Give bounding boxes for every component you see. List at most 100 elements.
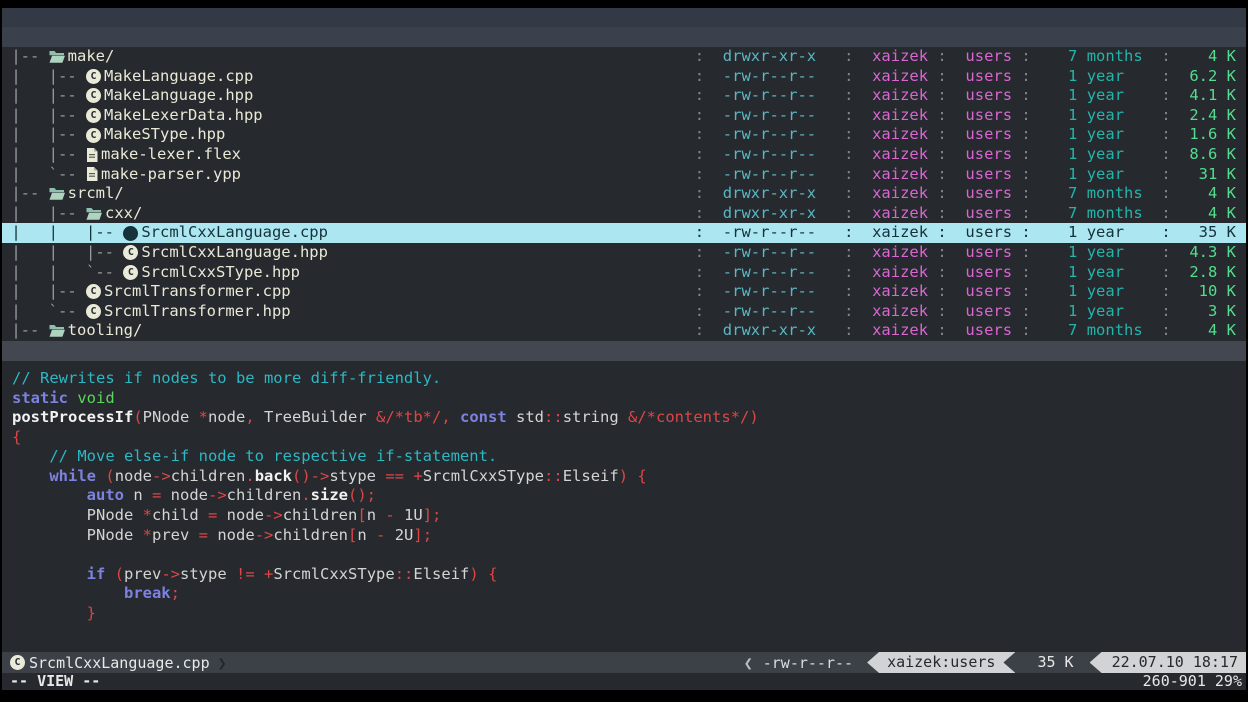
cpp-file-icon: C	[86, 284, 101, 299]
file-preview-pane: // Rewrites if nodes to be more diff-fri…	[2, 361, 1246, 652]
tree-branch-lines: | |--	[2, 67, 86, 87]
tree-row[interactable]: | |-- CMakeLanguage.cpp:-rw-r--r--:xaize…	[2, 67, 1246, 87]
column-separator: :	[1021, 321, 1030, 341]
file-size: 4.1 K	[1189, 86, 1236, 106]
file-size: 4 K	[1189, 184, 1236, 204]
code-line: // Rewrites if nodes to be more diff-fri…	[12, 369, 1246, 389]
file-size: 3 K	[1189, 302, 1236, 322]
file-mtime: 7 months	[1068, 184, 1143, 204]
file-permissions: -rw-r--r--	[723, 302, 816, 322]
file-name: MakeSType.hpp	[104, 125, 225, 145]
column-separator: :	[844, 86, 853, 106]
file-mtime: 1 year	[1068, 67, 1143, 87]
file-name: SrcmlTransformer.hpp	[104, 302, 291, 322]
tree-row[interactable]: | |-- CSrcmlTransformer.cpp:-rw-r--r--:x…	[2, 282, 1246, 302]
file-name: SrcmlCxxSType.hpp	[141, 263, 300, 283]
code-line: PNode *prev = node->children[n - 2U];	[12, 526, 1246, 546]
file-permissions: -rw-r--r--	[723, 106, 816, 126]
file-size: 35 K	[1189, 223, 1236, 243]
tree-row[interactable]: |-- make/:drwxr-xr-x:xaizek:users:7 mont…	[2, 47, 1246, 67]
file-owner: xaizek	[872, 263, 928, 283]
column-separator: :	[1161, 263, 1170, 283]
tree-branch-lines: | |--	[2, 145, 86, 165]
column-separator: :	[695, 165, 704, 185]
tree-row[interactable]: |-- srcml/:drwxr-xr-x:xaizek:users:7 mon…	[2, 184, 1246, 204]
file-permissions: -rw-r--r--	[723, 263, 816, 283]
file-tree-pane[interactable]: |-- make/:drwxr-xr-x:xaizek:users:7 mont…	[2, 47, 1246, 341]
cpp-file-icon: C	[123, 226, 138, 241]
file-group: users	[965, 263, 1012, 283]
code-line: while (node->children.back()->stype == +…	[12, 467, 1246, 487]
file-owner: xaizek	[872, 184, 928, 204]
column-separator: :	[1161, 282, 1170, 302]
file-owner: xaizek	[872, 321, 928, 341]
cpp-file-icon: C	[10, 655, 25, 670]
file-owner: xaizek	[872, 243, 928, 263]
file-group: users	[965, 165, 1012, 185]
column-separator: :	[844, 282, 853, 302]
scroll-position: 260-901 29%	[1143, 673, 1246, 690]
tree-row[interactable]: | |-- make-lexer.flex:-rw-r--r--:xaizek:…	[2, 145, 1246, 165]
file-name: MakeLexerData.hpp	[104, 106, 263, 126]
statusbar-filename: SrcmlCxxLanguage.cpp	[29, 654, 210, 672]
status-bar: CSrcmlCxxLanguage.cpp❯ ❮ -rw-r--r-- xaiz…	[2, 652, 1246, 673]
tree-branch-lines: | | |--	[2, 223, 123, 243]
statusbar-permissions: -rw-r--r--	[763, 654, 853, 672]
file-mtime: 1 year	[1068, 223, 1143, 243]
file-mtime: 7 months	[1068, 47, 1143, 67]
column-separator: :	[1161, 47, 1170, 67]
file-group: users	[965, 106, 1012, 126]
column-separator: :	[1161, 302, 1170, 322]
file-owner: xaizek	[872, 165, 928, 185]
file-group: users	[965, 67, 1012, 87]
file-size: 2.8 K	[1189, 263, 1236, 283]
tree-row[interactable]: | |-- cxx/:drwxr-xr-x:xaizek:users:7 mon…	[2, 204, 1246, 224]
column-separator: :	[937, 86, 946, 106]
file-name: SrcmlCxxLanguage.cpp	[141, 223, 328, 243]
file-group: users	[965, 204, 1012, 224]
cpp-file-icon: C	[86, 108, 101, 123]
column-separator: :	[695, 243, 704, 263]
file-mtime: 1 year	[1068, 165, 1143, 185]
tree-row[interactable]: | `-- CSrcmlTransformer.hpp:-rw-r--r--:x…	[2, 302, 1246, 322]
tree-row[interactable]: | |-- CMakeLanguage.hpp:-rw-r--r--:xaize…	[2, 86, 1246, 106]
column-separator: :	[1021, 223, 1030, 243]
file-size: 4 K	[1189, 47, 1236, 67]
column-separator: :	[937, 106, 946, 126]
tree-row[interactable]: | `-- make-parser.ypp:-rw-r--r--:xaizek:…	[2, 165, 1246, 185]
tree-row[interactable]: | | |-- CSrcmlCxxLanguage.hpp:-rw-r--r--…	[2, 243, 1246, 263]
code-line: }	[12, 604, 1246, 624]
file-group: users	[965, 47, 1012, 67]
cpp-file-icon: C	[86, 128, 101, 143]
tree-row[interactable]: | |-- CMakeSType.hpp:-rw-r--r--:xaizek:u…	[2, 125, 1246, 145]
column-separator: :	[844, 263, 853, 283]
column-separator: :	[937, 145, 946, 165]
column-separator: :	[844, 47, 853, 67]
column-separator: :	[1021, 125, 1030, 145]
file-name: srcml/	[68, 184, 124, 204]
column-separator: :	[1021, 243, 1030, 263]
tree-row[interactable]: | |-- CMakeLexerData.hpp:-rw-r--r--:xaiz…	[2, 106, 1246, 126]
cpp-file-icon: C	[123, 245, 138, 260]
file-owner: xaizek	[872, 47, 928, 67]
code-line: PNode *child = node->children[n - 1U];	[12, 506, 1246, 526]
file-group: users	[965, 243, 1012, 263]
cpp-file-icon: C	[86, 88, 101, 103]
column-separator: :	[1161, 106, 1170, 126]
tree-row[interactable]: | | |-- CSrcmlCxxLanguage.cpp:-rw-r--r--…	[2, 223, 1246, 243]
code-line: static void	[12, 389, 1246, 409]
file-mtime: 1 year	[1068, 302, 1143, 322]
folder-open-icon	[49, 324, 65, 338]
file-owner: xaizek	[872, 282, 928, 302]
tree-row[interactable]: | | `-- CSrcmlCxxSType.hpp:-rw-r--r--:xa…	[2, 263, 1246, 283]
column-separator: :	[844, 67, 853, 87]
file-mtime: 1 year	[1068, 145, 1143, 165]
column-separator: :	[844, 125, 853, 145]
file-mtime: 7 months	[1068, 321, 1143, 341]
tree-branch-lines: | |--	[2, 204, 86, 224]
tree-row[interactable]: |-- tooling/:drwxr-xr-x:xaizek:users:7 m…	[2, 321, 1246, 341]
column-separator: :	[844, 184, 853, 204]
column-separator: :	[937, 243, 946, 263]
file-permissions: drwxr-xr-x	[723, 47, 816, 67]
column-separator: :	[695, 67, 704, 87]
